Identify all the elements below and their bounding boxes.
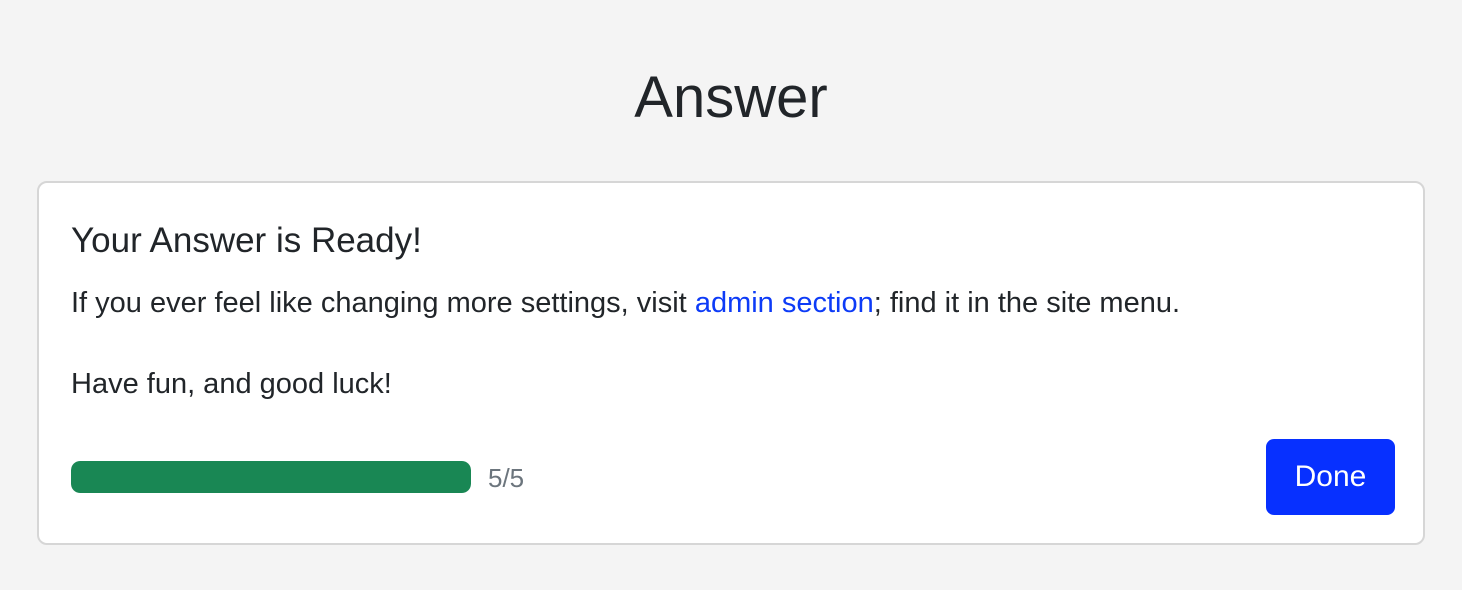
progress-fill bbox=[71, 461, 471, 493]
settings-message: If you ever feel like changing more sett… bbox=[71, 284, 1180, 322]
progress-bar bbox=[71, 461, 471, 493]
progress-label: 5/5 bbox=[488, 463, 525, 493]
result-card: Your Answer is Ready! If you ever feel l… bbox=[37, 181, 1425, 545]
closing-message: Have fun, and good luck! bbox=[71, 368, 392, 400]
done-button[interactable]: Done bbox=[1266, 439, 1395, 515]
admin-section-link[interactable]: admin section bbox=[695, 287, 874, 319]
page-title: Answer bbox=[634, 65, 828, 130]
card-title: Your Answer is Ready! bbox=[71, 221, 422, 260]
settings-message-end: ; find it in the site menu. bbox=[873, 287, 1181, 319]
settings-message-start: If you ever feel like changing more sett… bbox=[71, 287, 695, 319]
